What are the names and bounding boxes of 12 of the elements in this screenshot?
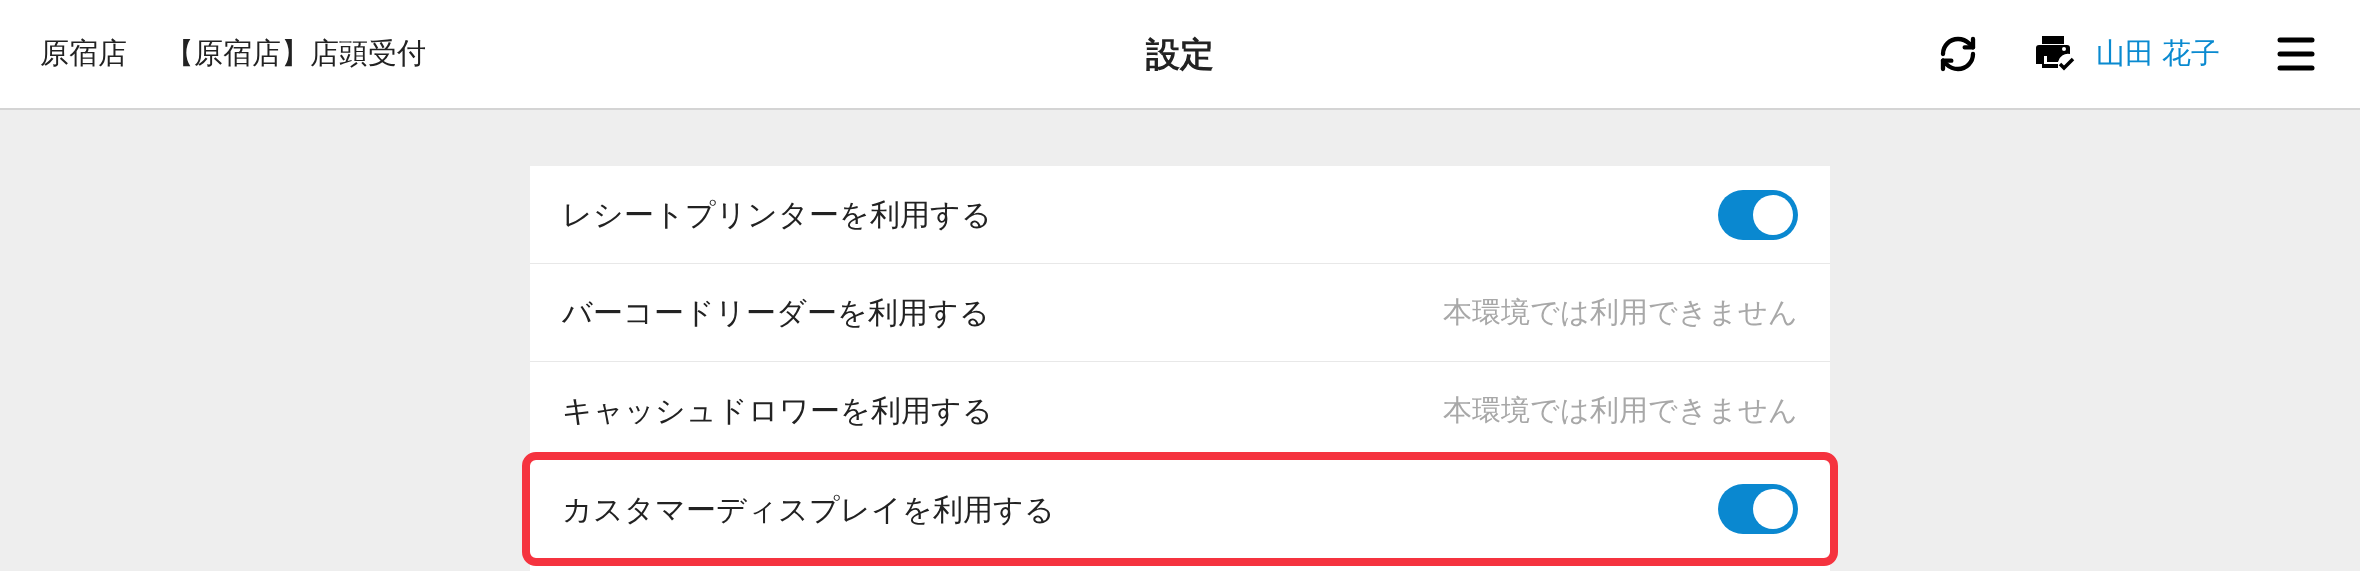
- toggle-switch[interactable]: [1718, 484, 1798, 534]
- toggle-switch[interactable]: [1718, 189, 1798, 240]
- terminal-name: 【原宿店】店頭受付: [165, 36, 426, 72]
- store-name: 原宿店: [40, 36, 127, 72]
- unavailable-note: 本環境では利用できません: [1443, 393, 1798, 426]
- setting-label: レシートプリンターを利用する: [562, 197, 992, 233]
- unavailable-note: 本環境では利用できません: [1443, 295, 1798, 328]
- user-name[interactable]: 山田 花子: [2095, 32, 2220, 76]
- setting-label: バーコードリーダーを利用する: [562, 295, 990, 331]
- setting-label: カスタマーディスプレイを利用する: [562, 491, 1055, 528]
- setting-label: キャッシュドロワーを利用する: [562, 393, 993, 429]
- page-title: 設定: [1146, 33, 1214, 75]
